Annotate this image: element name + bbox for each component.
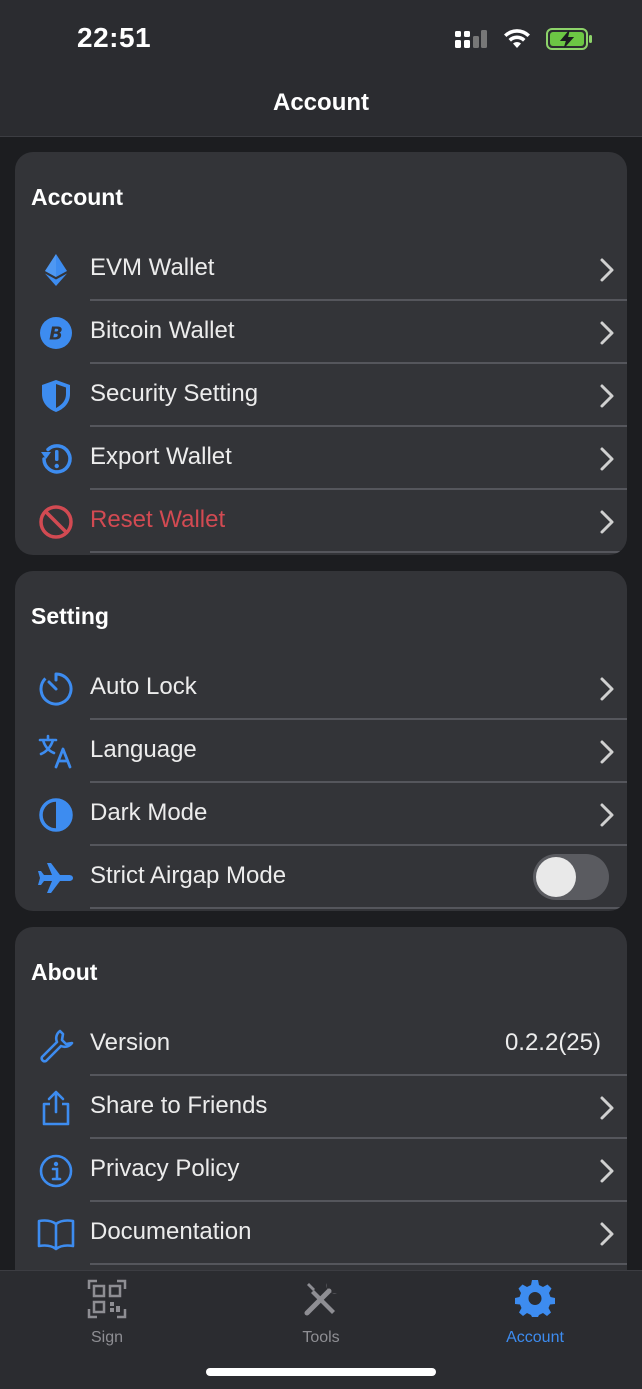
info-icon	[37, 1152, 75, 1190]
tab-label: Account	[506, 1329, 564, 1346]
auto-lock-label: Auto Lock	[90, 673, 197, 700]
translate-icon	[37, 733, 75, 771]
half-circle-icon	[37, 796, 75, 834]
evm-wallet-label: EVM Wallet	[90, 254, 215, 281]
strict-airgap-row: Strict Airgap Mode	[15, 846, 627, 909]
account-screen: 22:51 Account Account EVM Wallet B Bitco…	[0, 0, 642, 1389]
chevron-right-icon	[600, 803, 614, 827]
version-label: Version	[90, 1029, 171, 1056]
wifi-icon	[504, 29, 530, 48]
security-setting-label: Security Setting	[90, 380, 259, 407]
tab-tools[interactable]: Tools	[256, 1279, 386, 1349]
chevron-right-icon	[600, 740, 614, 764]
section-title: Setting	[31, 603, 109, 629]
chevron-right-icon	[600, 321, 614, 345]
divider	[90, 1263, 627, 1265]
chevron-right-icon	[600, 447, 614, 471]
dark-mode-row[interactable]: Dark Mode	[15, 783, 627, 846]
bitcoin-wallet-label: Bitcoin Wallet	[90, 317, 235, 344]
page-title: Account	[273, 89, 369, 116]
chevron-right-icon	[600, 677, 614, 701]
home-indicator[interactable]	[206, 1368, 436, 1376]
chevron-right-icon	[600, 1222, 614, 1246]
version-value: 0.2.2(25)	[504, 1029, 601, 1056]
setting-section: Setting Auto Lock Language Dark Mode Str…	[15, 571, 627, 911]
export-wallet-row[interactable]: Export Wallet	[15, 427, 627, 490]
version-row: Version 0.2.2(25)	[15, 1013, 627, 1076]
block-icon	[37, 503, 75, 541]
chevron-right-icon	[600, 510, 614, 534]
evm-wallet-row[interactable]: EVM Wallet	[15, 238, 627, 301]
security-setting-row[interactable]: Security Setting	[15, 364, 627, 427]
privacy-policy-row[interactable]: Privacy Policy	[15, 1139, 627, 1202]
chevron-right-icon	[600, 384, 614, 408]
chevron-right-icon	[600, 1159, 614, 1183]
auto-lock-row[interactable]: Auto Lock	[15, 657, 627, 720]
about-section: About Version 0.2.2(25) Share to Friends	[15, 927, 627, 1270]
tab-label: Sign	[90, 1329, 124, 1346]
ethereum-icon	[37, 251, 75, 289]
section-title: About	[31, 959, 98, 985]
svg-text:B: B	[49, 324, 63, 345]
tab-account[interactable]: Account	[470, 1279, 600, 1349]
documentation-label: Documentation	[90, 1218, 252, 1245]
divider	[90, 551, 627, 553]
share-row[interactable]: Share to Friends	[15, 1076, 627, 1139]
battery-charging-icon	[546, 28, 592, 50]
toggle-knob	[536, 857, 576, 897]
status-icons	[454, 24, 594, 54]
bitcoin-icon: B	[37, 314, 75, 352]
header: 22:51 Account	[0, 0, 642, 137]
qr-code-icon	[87, 1279, 127, 1319]
strict-airgap-toggle[interactable]	[533, 854, 609, 900]
gear-icon	[515, 1280, 555, 1317]
reset-wallet-label: Reset Wallet	[90, 506, 226, 533]
tab-sign[interactable]: Sign	[42, 1279, 172, 1349]
share-label: Share to Friends	[90, 1092, 268, 1119]
strict-airgap-label: Strict Airgap Mode	[90, 862, 287, 889]
tools-icon	[304, 1283, 337, 1316]
export-wallet-label: Export Wallet	[90, 443, 232, 470]
chevron-right-icon	[600, 1096, 614, 1120]
privacy-policy-label: Privacy Policy	[90, 1155, 240, 1182]
divider	[90, 907, 627, 909]
chevron-right-icon	[600, 258, 614, 282]
cellular-signal-icon	[455, 30, 487, 48]
bitcoin-wallet-row[interactable]: B Bitcoin Wallet	[15, 301, 627, 364]
documentation-row[interactable]: Documentation	[15, 1202, 627, 1265]
account-section: Account EVM Wallet B Bitcoin Wallet Secu…	[15, 152, 627, 555]
shield-icon	[37, 377, 75, 415]
language-row[interactable]: Language	[15, 720, 627, 783]
language-label: Language	[90, 736, 197, 763]
status-time: 22:51	[77, 22, 152, 53]
export-alert-icon	[37, 440, 75, 478]
share-icon	[37, 1089, 75, 1127]
section-title: Account	[31, 184, 123, 210]
settings-list[interactable]: Account EVM Wallet B Bitcoin Wallet Secu…	[0, 137, 642, 1270]
wrench-icon	[37, 1026, 75, 1064]
dark-mode-label: Dark Mode	[90, 799, 208, 826]
reset-wallet-row[interactable]: Reset Wallet	[15, 490, 627, 553]
airplane-icon	[37, 859, 75, 897]
book-icon	[37, 1215, 75, 1253]
timer-icon	[37, 670, 75, 708]
tab-label: Tools	[302, 1329, 340, 1346]
